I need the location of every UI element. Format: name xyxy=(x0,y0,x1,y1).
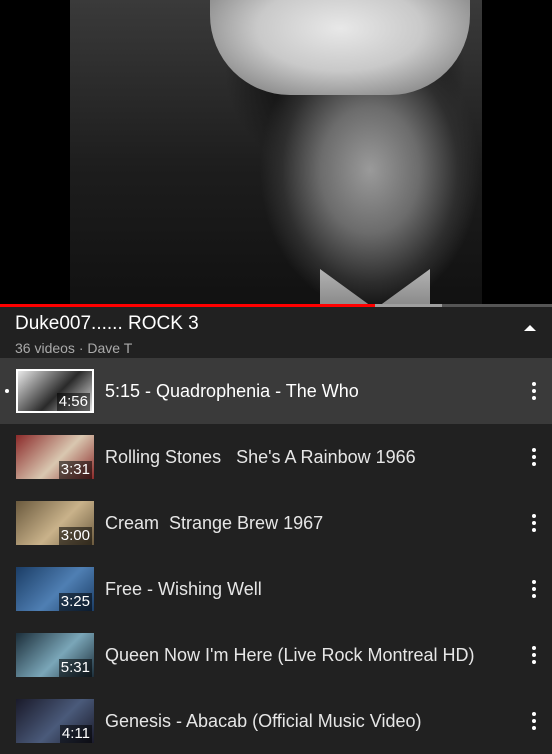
video-duration: 4:11 xyxy=(59,725,92,743)
now-playing-indicator xyxy=(5,389,9,393)
playlist-item[interactable]: 3:00 Cream Strange Brew 1967 xyxy=(0,490,552,556)
video-thumbnail[interactable]: 5:31 xyxy=(16,633,94,677)
more-options-icon[interactable] xyxy=(528,710,540,732)
video-player[interactable] xyxy=(0,0,552,305)
video-thumbnail[interactable]: 4:56 xyxy=(16,369,94,413)
video-background-shape xyxy=(210,0,470,95)
more-options-icon[interactable] xyxy=(528,512,540,534)
playlist-subtitle: 36 videos · Dave T xyxy=(15,340,133,356)
video-title: Rolling Stones She's A Rainbow 1966 xyxy=(105,447,416,467)
playlist-item[interactable]: 3:31 Rolling Stones She's A Rainbow 1966 xyxy=(0,424,552,490)
video-duration: 3:00 xyxy=(58,527,92,545)
playlist-item[interactable]: 5:31 Queen Now I'm Here (Live Rock Montre… xyxy=(0,622,552,688)
collapse-playlist-icon[interactable] xyxy=(522,321,538,337)
playlist-item[interactable]: 4:11 Genesis - Abacab (Official Music Vid… xyxy=(0,688,552,754)
video-title: Free - Wishing Well xyxy=(105,579,262,599)
playlist-item[interactable]: 3:25 Free - Wishing Well xyxy=(0,556,552,622)
video-duration: 4:56 xyxy=(56,393,90,411)
video-thumbnail[interactable]: 4:11 xyxy=(16,699,94,743)
video-thumbnail[interactable]: 3:00 xyxy=(16,501,94,545)
more-options-icon[interactable] xyxy=(528,578,540,600)
more-options-icon[interactable] xyxy=(528,644,540,666)
video-title: Cream Strange Brew 1967 xyxy=(105,513,324,533)
video-duration: 5:31 xyxy=(58,659,92,677)
video-duration: 3:31 xyxy=(58,461,92,479)
more-options-icon[interactable] xyxy=(528,446,540,468)
video-title: Queen Now I'm Here (Live Rock Montreal H… xyxy=(105,645,475,665)
video-collar-shape xyxy=(320,269,430,305)
video-frame xyxy=(70,0,482,305)
playlist-item[interactable]: 4:56 5:15 - Quadrophenia - The Who xyxy=(0,358,552,424)
video-thumbnail[interactable]: 3:31 xyxy=(16,435,94,479)
video-duration: 3:25 xyxy=(58,593,92,611)
video-thumbnail[interactable]: 3:25 xyxy=(16,567,94,611)
more-options-icon[interactable] xyxy=(528,380,540,402)
video-title: 5:15 - Quadrophenia - The Who xyxy=(105,381,359,401)
video-title: Genesis - Abacab (Official Music Video) xyxy=(105,711,422,731)
playlist-title: Duke007...... ROCK 3 xyxy=(15,313,199,334)
playlist-header[interactable]: Duke007...... ROCK 3 36 videos · Dave T xyxy=(0,307,552,358)
